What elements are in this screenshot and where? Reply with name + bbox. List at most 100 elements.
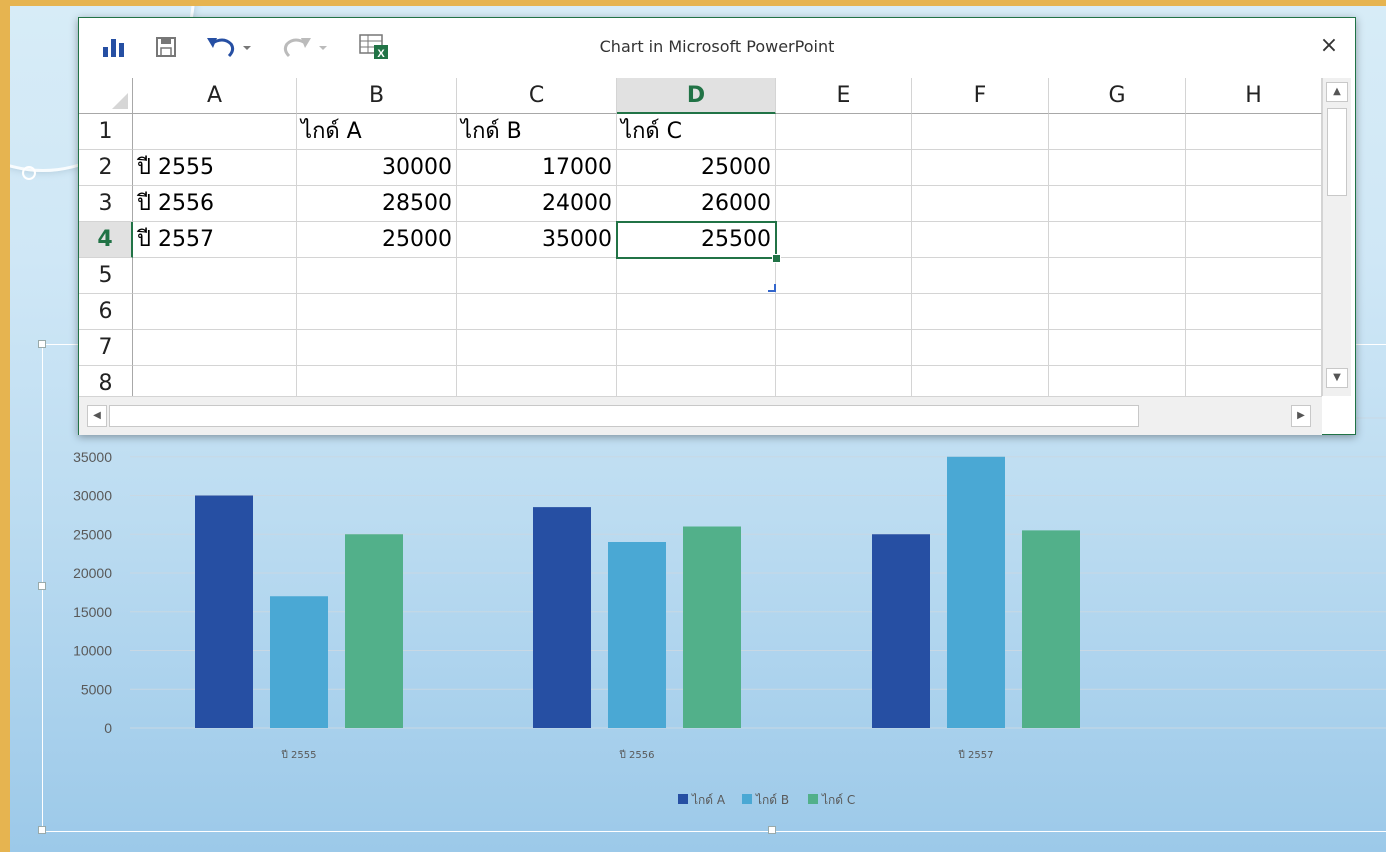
cell-c5[interactable] xyxy=(457,258,617,294)
cell-f3[interactable] xyxy=(912,186,1049,222)
cell-h6[interactable] xyxy=(1186,294,1322,330)
data-range-resize-marker[interactable] xyxy=(768,284,776,292)
cell-e8[interactable] xyxy=(776,366,912,396)
cell-d6[interactable] xyxy=(617,294,776,330)
cell-d1[interactable]: ไกด์ C xyxy=(617,114,776,150)
cell-e7[interactable] xyxy=(776,330,912,366)
row-header-3[interactable]: 3 xyxy=(79,186,133,222)
bar-2-1[interactable] xyxy=(270,596,328,728)
cell-f7[interactable] xyxy=(912,330,1049,366)
fill-handle[interactable] xyxy=(772,254,781,263)
cell-f6[interactable] xyxy=(912,294,1049,330)
row-header-7[interactable]: 7 xyxy=(79,330,133,366)
bar-3-2[interactable] xyxy=(683,526,741,729)
scroll-left-icon[interactable]: ◀ xyxy=(87,405,107,427)
cell-b3[interactable]: 28500 xyxy=(297,186,457,222)
cell-g5[interactable] xyxy=(1049,258,1186,294)
cell-c1[interactable]: ไกด์ B xyxy=(457,114,617,150)
cell-d5[interactable] xyxy=(617,258,776,294)
vertical-scroll-thumb[interactable] xyxy=(1327,108,1347,196)
excel-chart-data-window[interactable]: X Chart in Microsoft PowerPoint × ABCDEF… xyxy=(78,17,1356,435)
cell-a7[interactable] xyxy=(133,330,297,366)
cell-c2[interactable]: 17000 xyxy=(457,150,617,186)
bar-2-3[interactable] xyxy=(947,456,1005,728)
cell-b6[interactable] xyxy=(297,294,457,330)
cell-g7[interactable] xyxy=(1049,330,1186,366)
cell-h5[interactable] xyxy=(1186,258,1322,294)
cell-b7[interactable] xyxy=(297,330,457,366)
cell-h1[interactable] xyxy=(1186,114,1322,150)
horizontal-scroll-thumb[interactable] xyxy=(109,405,1139,427)
cell-h4[interactable] xyxy=(1186,222,1322,258)
cell-f1[interactable] xyxy=(912,114,1049,150)
row-header-4[interactable]: 4 xyxy=(79,222,133,258)
close-button[interactable]: × xyxy=(1317,32,1341,60)
cell-f2[interactable] xyxy=(912,150,1049,186)
column-header-a[interactable]: A xyxy=(133,78,297,114)
cell-d3[interactable]: 26000 xyxy=(617,186,776,222)
cell-a5[interactable] xyxy=(133,258,297,294)
spreadsheet-grid[interactable]: A B C D E F G H 1 ไกด์ A ไกด์ B ไกด์ C 2 ปี 2555 30000… xyxy=(79,78,1322,396)
bar-1-3[interactable] xyxy=(872,534,930,728)
scroll-up-icon[interactable]: ▲ xyxy=(1326,82,1348,102)
cell-a2[interactable]: ปี 2555 xyxy=(133,150,297,186)
bar-2-2[interactable] xyxy=(608,542,666,728)
cell-c3[interactable]: 24000 xyxy=(457,186,617,222)
cell-d2[interactable]: 25000 xyxy=(617,150,776,186)
cell-b2[interactable]: 30000 xyxy=(297,150,457,186)
cell-e6[interactable] xyxy=(776,294,912,330)
column-header-g[interactable]: G xyxy=(1049,78,1186,114)
column-header-f[interactable]: F xyxy=(912,78,1049,114)
row-header-5[interactable]: 5 xyxy=(79,258,133,294)
horizontal-scrollbar[interactable]: ◀ ▶ xyxy=(79,396,1322,435)
row-header-2[interactable]: 2 xyxy=(79,150,133,186)
cell-g2[interactable] xyxy=(1049,150,1186,186)
row-header-8[interactable]: 8 xyxy=(79,366,133,396)
bar-3-1[interactable] xyxy=(345,534,403,728)
cell-a6[interactable] xyxy=(133,294,297,330)
cell-g1[interactable] xyxy=(1049,114,1186,150)
row-header-6[interactable]: 6 xyxy=(79,294,133,330)
scroll-right-icon[interactable]: ▶ xyxy=(1291,405,1311,427)
bar-3-3[interactable] xyxy=(1022,530,1080,728)
cell-b4[interactable]: 25000 xyxy=(297,222,457,258)
select-all-corner[interactable] xyxy=(79,78,133,114)
bar-1-2[interactable] xyxy=(533,507,591,728)
cell-d8[interactable] xyxy=(617,366,776,396)
cell-e3[interactable] xyxy=(776,186,912,222)
column-header-e[interactable]: E xyxy=(776,78,912,114)
cell-h8[interactable] xyxy=(1186,366,1322,396)
cell-d7[interactable] xyxy=(617,330,776,366)
cell-a3[interactable]: ปี 2556 xyxy=(133,186,297,222)
column-header-c[interactable]: C xyxy=(457,78,617,114)
cell-e2[interactable] xyxy=(776,150,912,186)
cell-e4[interactable] xyxy=(776,222,912,258)
cell-c7[interactable] xyxy=(457,330,617,366)
cell-g8[interactable] xyxy=(1049,366,1186,396)
cell-c4[interactable]: 35000 xyxy=(457,222,617,258)
cell-g4[interactable] xyxy=(1049,222,1186,258)
cell-b1[interactable]: ไกด์ A xyxy=(297,114,457,150)
cell-a8[interactable] xyxy=(133,366,297,396)
column-header-h[interactable]: H xyxy=(1186,78,1322,114)
scroll-down-icon[interactable]: ▼ xyxy=(1326,368,1348,388)
bar-1-1[interactable] xyxy=(195,495,253,729)
cell-g3[interactable] xyxy=(1049,186,1186,222)
cell-b5[interactable] xyxy=(297,258,457,294)
cell-h7[interactable] xyxy=(1186,330,1322,366)
cell-h3[interactable] xyxy=(1186,186,1322,222)
cell-e5[interactable] xyxy=(776,258,912,294)
cell-h2[interactable] xyxy=(1186,150,1322,186)
cell-a4[interactable]: ปี 2557 xyxy=(133,222,297,258)
row-header-1[interactable]: 1 xyxy=(79,114,133,150)
cell-f5[interactable] xyxy=(912,258,1049,294)
column-header-b[interactable]: B xyxy=(297,78,457,114)
column-header-d[interactable]: D xyxy=(617,78,776,114)
cell-e1[interactable] xyxy=(776,114,912,150)
cell-c8[interactable] xyxy=(457,366,617,396)
vertical-scrollbar[interactable]: ▲ ▼ xyxy=(1322,78,1351,396)
cell-f4[interactable] xyxy=(912,222,1049,258)
cell-f8[interactable] xyxy=(912,366,1049,396)
cell-b8[interactable] xyxy=(297,366,457,396)
cell-d4[interactable]: 25500 xyxy=(617,222,776,258)
